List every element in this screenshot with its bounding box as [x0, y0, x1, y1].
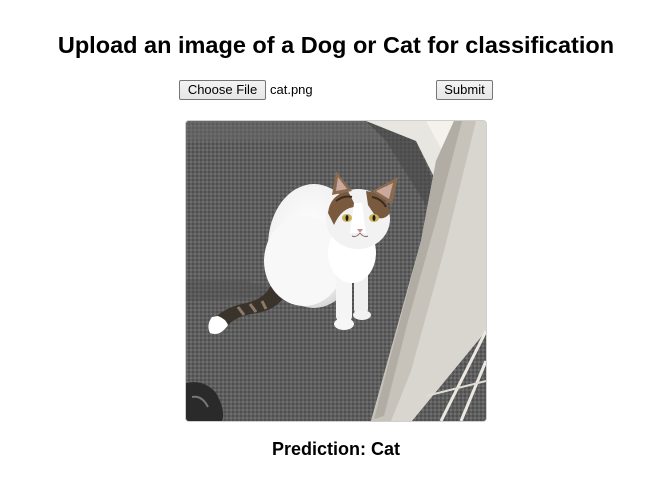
selected-file-name: cat.png: [270, 82, 313, 97]
uploaded-image-preview: [185, 120, 487, 422]
page: Upload an image of a Dog or Cat for clas…: [0, 0, 663, 494]
choose-file-button[interactable]: Choose File: [179, 80, 266, 100]
cat-photo-illustration: [186, 121, 486, 421]
submit-button[interactable]: Submit: [436, 80, 493, 100]
page-title: Upload an image of a Dog or Cat for clas…: [57, 32, 615, 58]
upload-form: Choose File cat.png Submit: [179, 80, 499, 100]
prediction-result: Prediction: Cat: [271, 439, 400, 459]
